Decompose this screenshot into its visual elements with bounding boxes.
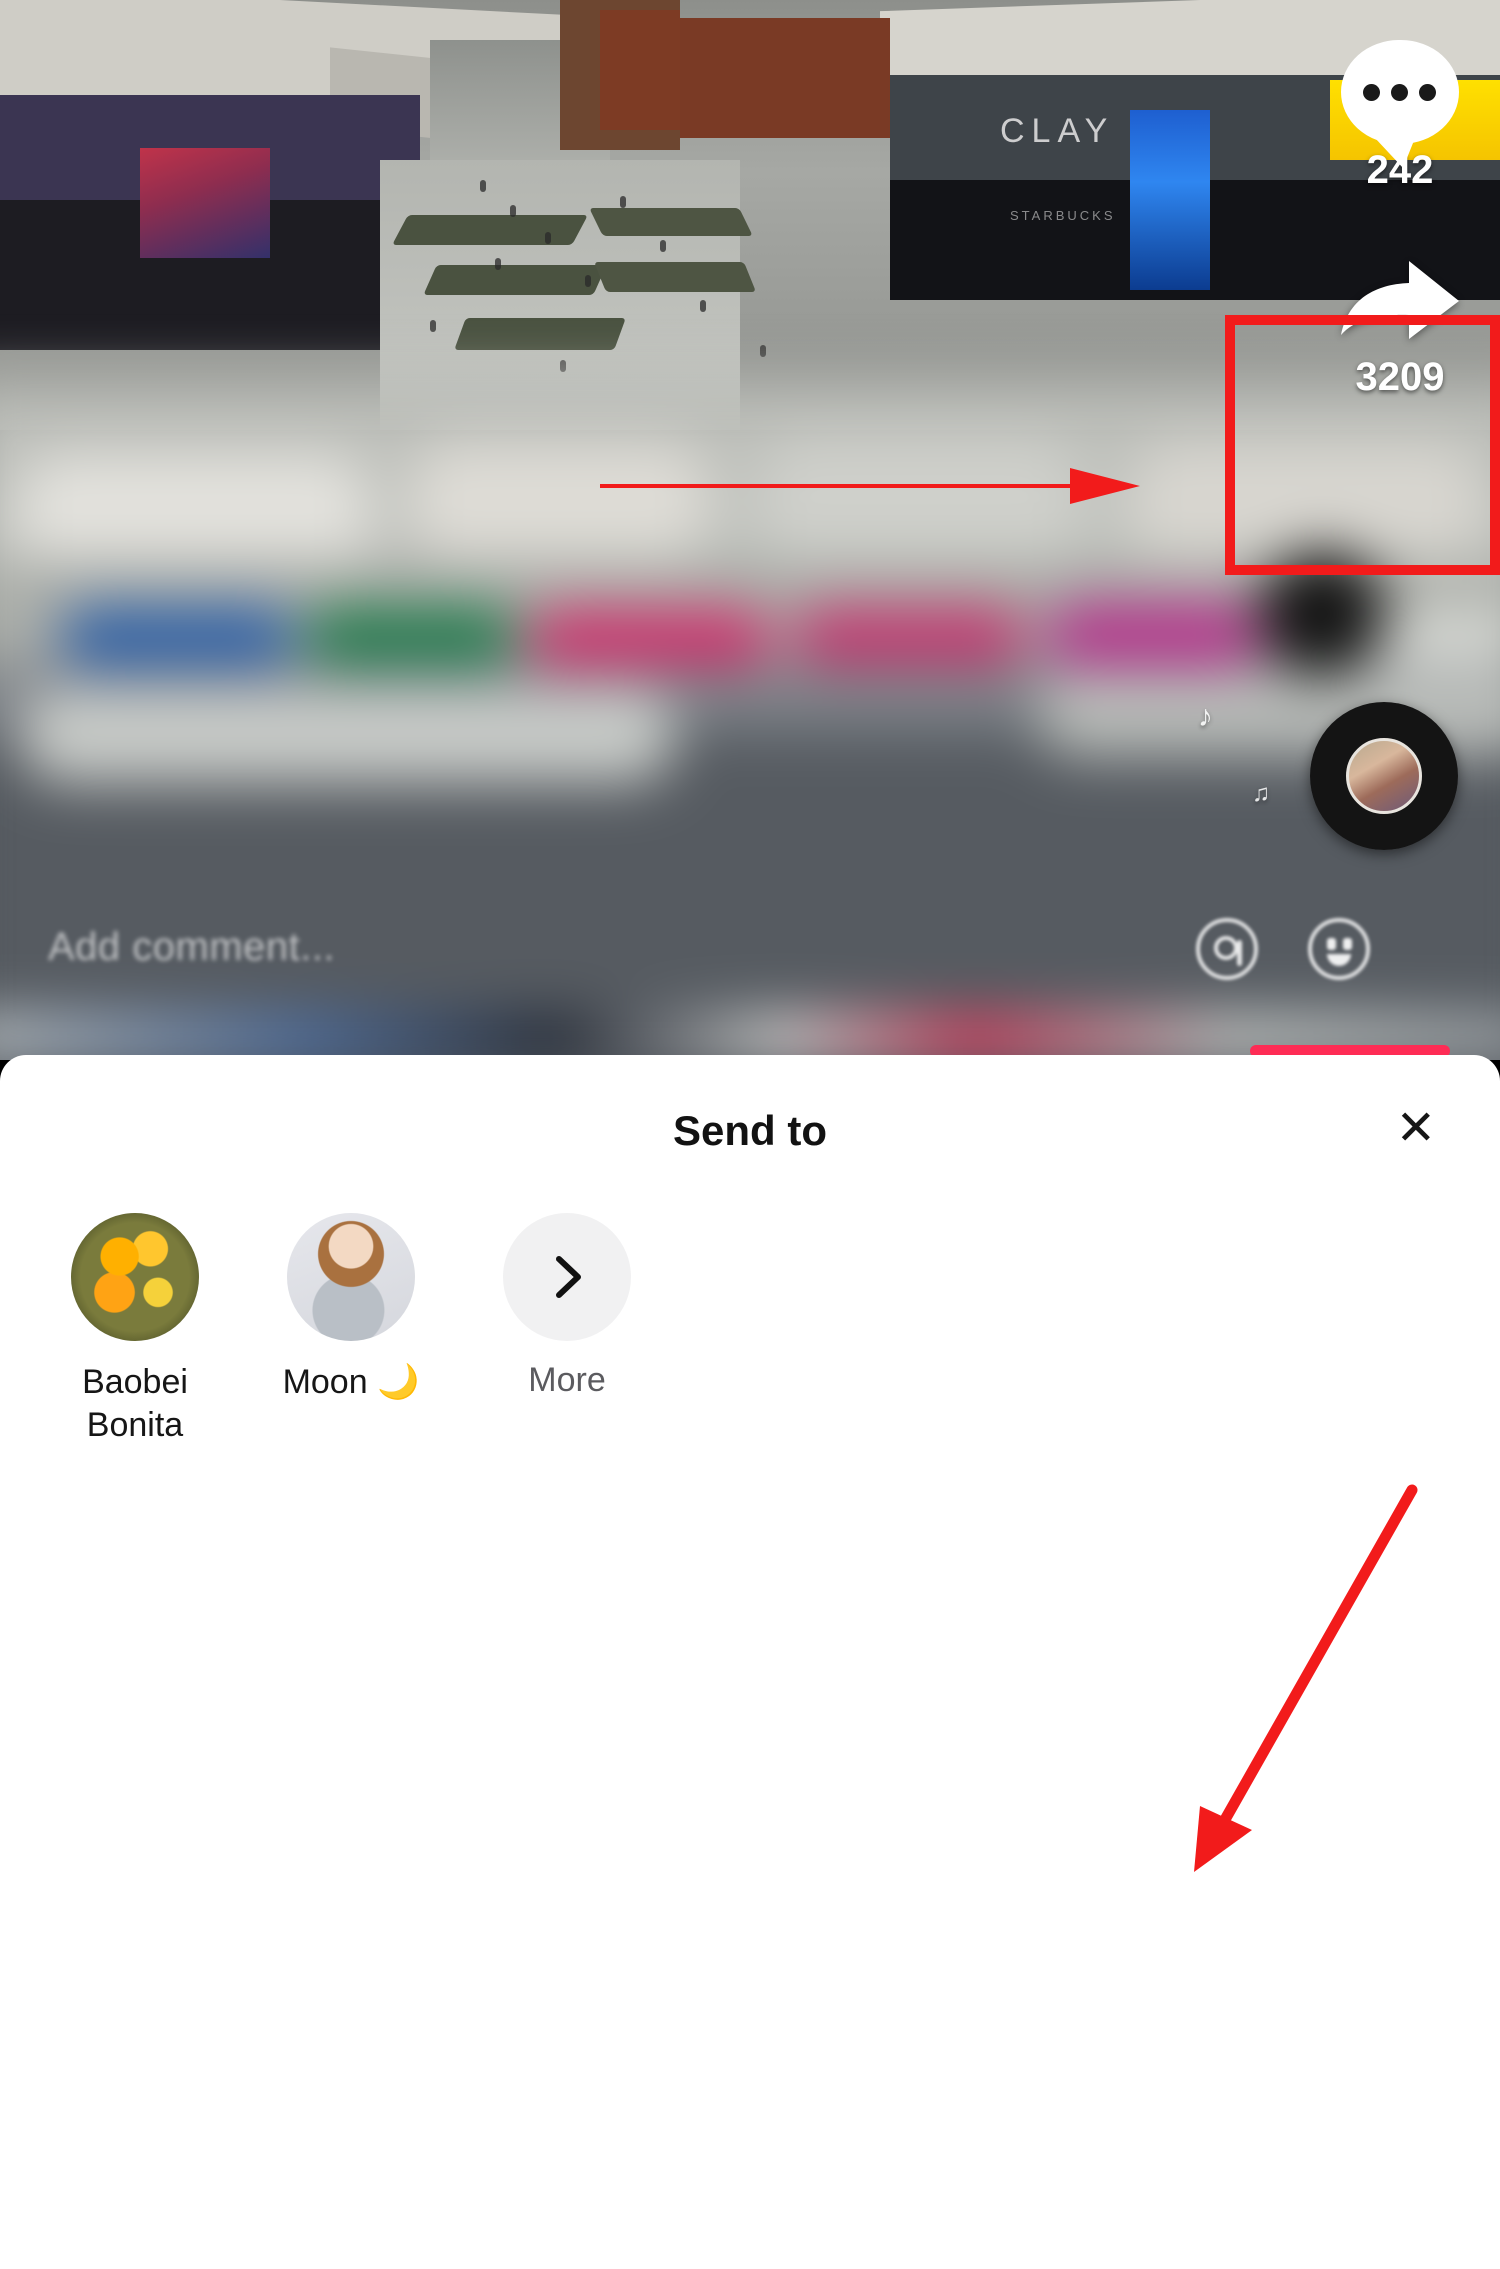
contact-item[interactable]: Baobei Bonita (50, 1213, 220, 1446)
comment-bar[interactable]: Add comment... (0, 900, 1500, 1060)
video-player[interactable]: CLAY STARBUCKS 242 3209 ♪ ♫ Add comment.… (0, 0, 1500, 1060)
comment-bubble-icon (1341, 40, 1459, 168)
music-note-icon-2: ♫ (1252, 780, 1270, 807)
avatar (71, 1213, 199, 1341)
contact-name: Baobei Bonita (82, 1363, 188, 1444)
more-label: More (528, 1361, 606, 1399)
music-disc-avatar (1346, 738, 1422, 814)
music-disc-icon[interactable] (1310, 702, 1458, 850)
comment-input-placeholder[interactable]: Add comment... (48, 925, 335, 970)
annotation-arrow-to-live-photo (1160, 1480, 1430, 1880)
clay-storefront-sign: CLAY (1000, 112, 1115, 150)
contacts-row: Baobei Bonita Moon 🌙 More (50, 1213, 652, 1446)
comment-button[interactable]: 242 (1300, 40, 1500, 193)
close-icon[interactable]: ✕ (1396, 1105, 1436, 1153)
at-icon[interactable] (1196, 918, 1258, 980)
starbucks-storefront-sign: STARBUCKS (1010, 208, 1116, 223)
contact-item[interactable]: Moon 🌙 (266, 1213, 436, 1446)
music-note-icon-1: ♪ (1198, 700, 1213, 733)
annotation-arrow-to-share (600, 466, 1140, 506)
contact-name: Moon 🌙 (282, 1363, 420, 1401)
avatar (287, 1213, 415, 1341)
emoji-icon[interactable] (1308, 918, 1370, 980)
chevron-right-icon (503, 1213, 631, 1341)
page-title: Send to (673, 1107, 827, 1154)
share-button-highlight-box (1225, 315, 1500, 575)
more-contacts-button[interactable]: More (482, 1213, 652, 1446)
tiktok-share-screen: CLAY STARBUCKS 242 3209 ♪ ♫ Add comment.… (0, 0, 1500, 2269)
